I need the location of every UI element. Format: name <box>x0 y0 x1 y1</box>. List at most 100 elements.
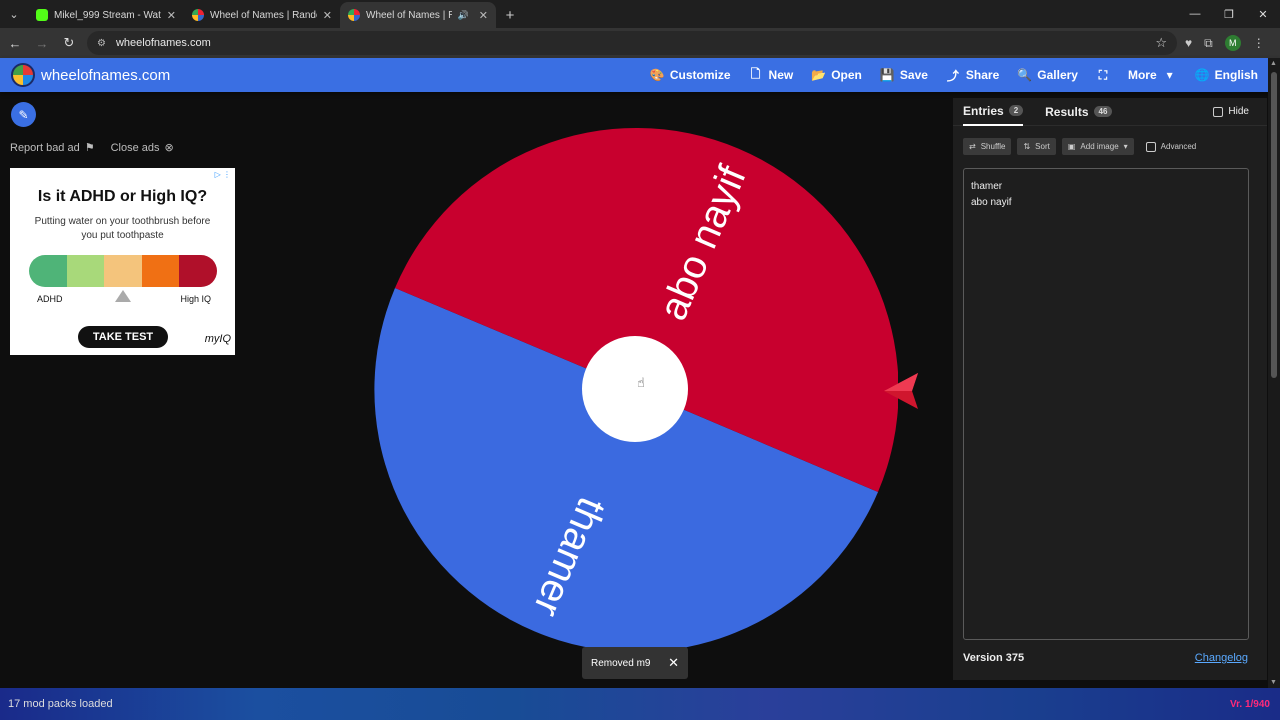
advanced-label: Advanced <box>1160 142 1197 151</box>
take-test-button[interactable]: TAKE TEST <box>78 326 168 348</box>
search-icon: 🔍 <box>1017 68 1033 82</box>
fullscreen-button[interactable]: ⛶ <box>1096 68 1110 83</box>
more-button[interactable]: More ▾ <box>1128 68 1177 82</box>
shuffle-button[interactable]: ⇄ Shuffle <box>963 138 1012 155</box>
sort-label: Sort <box>1035 142 1050 151</box>
browser-tab-strip: ⌄ Mikel_999 Stream - Watch Live ✕ Wheel … <box>0 0 1280 28</box>
tab-search-chevron-icon[interactable]: ⌄ <box>0 0 28 28</box>
tab-results-label: Results <box>1045 104 1089 119</box>
scroll-down-icon[interactable]: ▼ <box>1270 679 1277 686</box>
scale-block-4 <box>179 255 217 287</box>
wheel-favicon-icon <box>192 9 204 21</box>
checkbox-icon[interactable] <box>1145 141 1156 152</box>
adchoices-icon[interactable]: ▷ ⋮ <box>215 170 231 179</box>
window-close-icon[interactable]: ✕ <box>1246 0 1280 28</box>
toolbar-extensions: ♥ ⧉ M ⋮ <box>1185 35 1265 51</box>
tab-title: Mikel_999 Stream - Watch Live <box>54 9 161 21</box>
gallery-button[interactable]: 🔍 Gallery <box>1017 68 1078 82</box>
document-icon: 🗋 <box>750 66 761 81</box>
new-label: New <box>768 68 794 82</box>
back-arrow-icon[interactable]: ← <box>3 31 27 55</box>
save-label: Save <box>899 68 928 82</box>
pencil-icon: ✎ <box>18 107 29 122</box>
scrollbar-thumb[interactable] <box>1271 72 1277 378</box>
screen: ⌄ Mikel_999 Stream - Watch Live ✕ Wheel … <box>0 0 1280 720</box>
entry-line: abo nayif <box>971 197 1012 208</box>
language-label: English <box>1214 68 1258 82</box>
overlay-counter: Vr. 1/940 <box>1229 698 1270 710</box>
gallery-label: Gallery <box>1037 68 1078 82</box>
entries-toolbar: ⇄ Shuffle ⇅ Sort ▣ Add image ▾ Advanced <box>963 138 1196 155</box>
edit-pencil-button[interactable]: ✎ <box>11 102 36 127</box>
share-button[interactable]: ⤴ Share <box>946 67 999 84</box>
tab-entries[interactable]: Entries 2 <box>963 98 1024 126</box>
changelog-link[interactable]: Changelog <box>1195 652 1248 664</box>
entries-textarea[interactable]: thamer abo nayif <box>963 168 1249 640</box>
tab-results[interactable]: Results 46 <box>1045 98 1113 126</box>
name-wheel[interactable]: abo nayif thamer <box>372 126 898 652</box>
browser-menu-icon[interactable]: ⋮ <box>1253 36 1265 50</box>
restore-icon[interactable]: ❐ <box>1212 0 1246 28</box>
scale-block-3 <box>141 255 180 287</box>
advanced-checkbox[interactable]: Advanced <box>1145 141 1197 152</box>
extensions-puzzle-icon[interactable]: ⧉ <box>1204 36 1213 51</box>
wheel-center-spin-button[interactable] <box>582 336 688 442</box>
scale-label-left: ADHD <box>37 294 63 304</box>
profile-avatar[interactable]: M <box>1224 35 1241 51</box>
forward-arrow-icon[interactable]: → <box>30 31 54 55</box>
tab-close-icon[interactable]: ✕ <box>167 9 176 22</box>
window-controls: — ❐ ✕ <box>1178 0 1280 28</box>
scale-block-2 <box>104 255 142 287</box>
toast-close-icon[interactable]: ✕ <box>668 655 679 671</box>
checkbox-icon[interactable] <box>1213 106 1224 117</box>
results-count-badge: 46 <box>1093 106 1113 117</box>
pointer-highlight <box>884 373 918 391</box>
hand-cursor-icon: ☝ <box>637 375 645 390</box>
address-bar[interactable]: ⚙ wheelofnames.com ☆ <box>87 31 1177 55</box>
site-settings-icon[interactable]: ⚙ <box>97 38 106 49</box>
browser-tab-wheel-1[interactable]: Wheel of Names | Random nam ✕ <box>184 2 340 28</box>
tab-audio-icon[interactable]: 🔊 <box>458 10 469 21</box>
scale-block-1 <box>66 255 105 287</box>
overlay-status-bar: 17 mod packs loaded Vr. 1/940 <box>0 688 1280 720</box>
bookmark-star-icon[interactable]: ☆ <box>1155 35 1167 51</box>
share-label: Share <box>965 68 1000 82</box>
scale-marker-icon <box>115 290 131 302</box>
customize-button[interactable]: 🎨 Customize <box>650 68 731 82</box>
advertisement-banner[interactable]: ▷ ⋮ Is it ADHD or High IQ? Putting water… <box>10 168 235 355</box>
sort-button[interactable]: ⇅ Sort <box>1017 138 1056 155</box>
close-ads-link[interactable]: Close ads ⊗ <box>111 141 174 155</box>
minimize-icon[interactable]: — <box>1178 0 1212 28</box>
new-tab-button[interactable]: + <box>496 2 524 28</box>
browser-toolbar: ← → ↻ ⚙ wheelofnames.com ☆ ♥ ⧉ M ⋮ <box>0 28 1280 58</box>
scroll-up-icon[interactable]: ▲ <box>1270 60 1277 67</box>
page-scrollbar[interactable]: ▲ ▼ <box>1268 58 1280 688</box>
new-button[interactable]: 🗋 New <box>749 65 794 86</box>
browser-tab-kick[interactable]: Mikel_999 Stream - Watch Live ✕ <box>28 2 184 28</box>
open-label: Open <box>831 68 862 82</box>
ad-controls: Report bad ad ⚑ Close ads ⊗ <box>10 141 174 155</box>
tab-close-icon[interactable]: ✕ <box>479 9 488 22</box>
globe-icon: 🌐 <box>1194 68 1210 82</box>
ad-color-scale <box>29 255 217 287</box>
kick-favicon-icon <box>36 9 48 21</box>
fullscreen-icon: ⛶ <box>1098 67 1108 82</box>
add-image-button[interactable]: ▣ Add image ▾ <box>1061 138 1134 155</box>
header-menu: 🎨 Customize 🗋 New 📂 Open 💾 Save ⤴ Share 🔍 Gall… <box>650 58 1258 92</box>
open-button[interactable]: 📂 Open <box>811 68 862 82</box>
reload-icon[interactable]: ↻ <box>57 31 81 55</box>
scale-label-right: High IQ <box>180 294 211 304</box>
extension-heart-icon[interactable]: ♥ <box>1185 36 1192 50</box>
brand-logo-link[interactable]: wheelofnames.com <box>11 63 170 87</box>
app-header: wheelofnames.com 🎨 Customize 🗋 New 📂 Open 💾… <box>0 58 1280 92</box>
report-bad-ad-link[interactable]: Report bad ad ⚑ <box>10 141 95 155</box>
tab-close-icon[interactable]: ✕ <box>323 9 332 22</box>
url-text[interactable]: wheelofnames.com <box>116 37 1145 49</box>
close-circle-icon: ⊗ <box>164 142 174 154</box>
hide-checkbox[interactable]: Hide <box>1213 106 1249 117</box>
language-button[interactable]: 🌐 English <box>1195 68 1258 82</box>
customize-label: Customize <box>669 68 731 82</box>
floppy-icon: 💾 <box>879 68 895 82</box>
browser-tab-wheel-active[interactable]: Wheel of Names | Random 🔊 ✕ <box>340 2 496 28</box>
save-button[interactable]: 💾 Save <box>880 68 928 82</box>
